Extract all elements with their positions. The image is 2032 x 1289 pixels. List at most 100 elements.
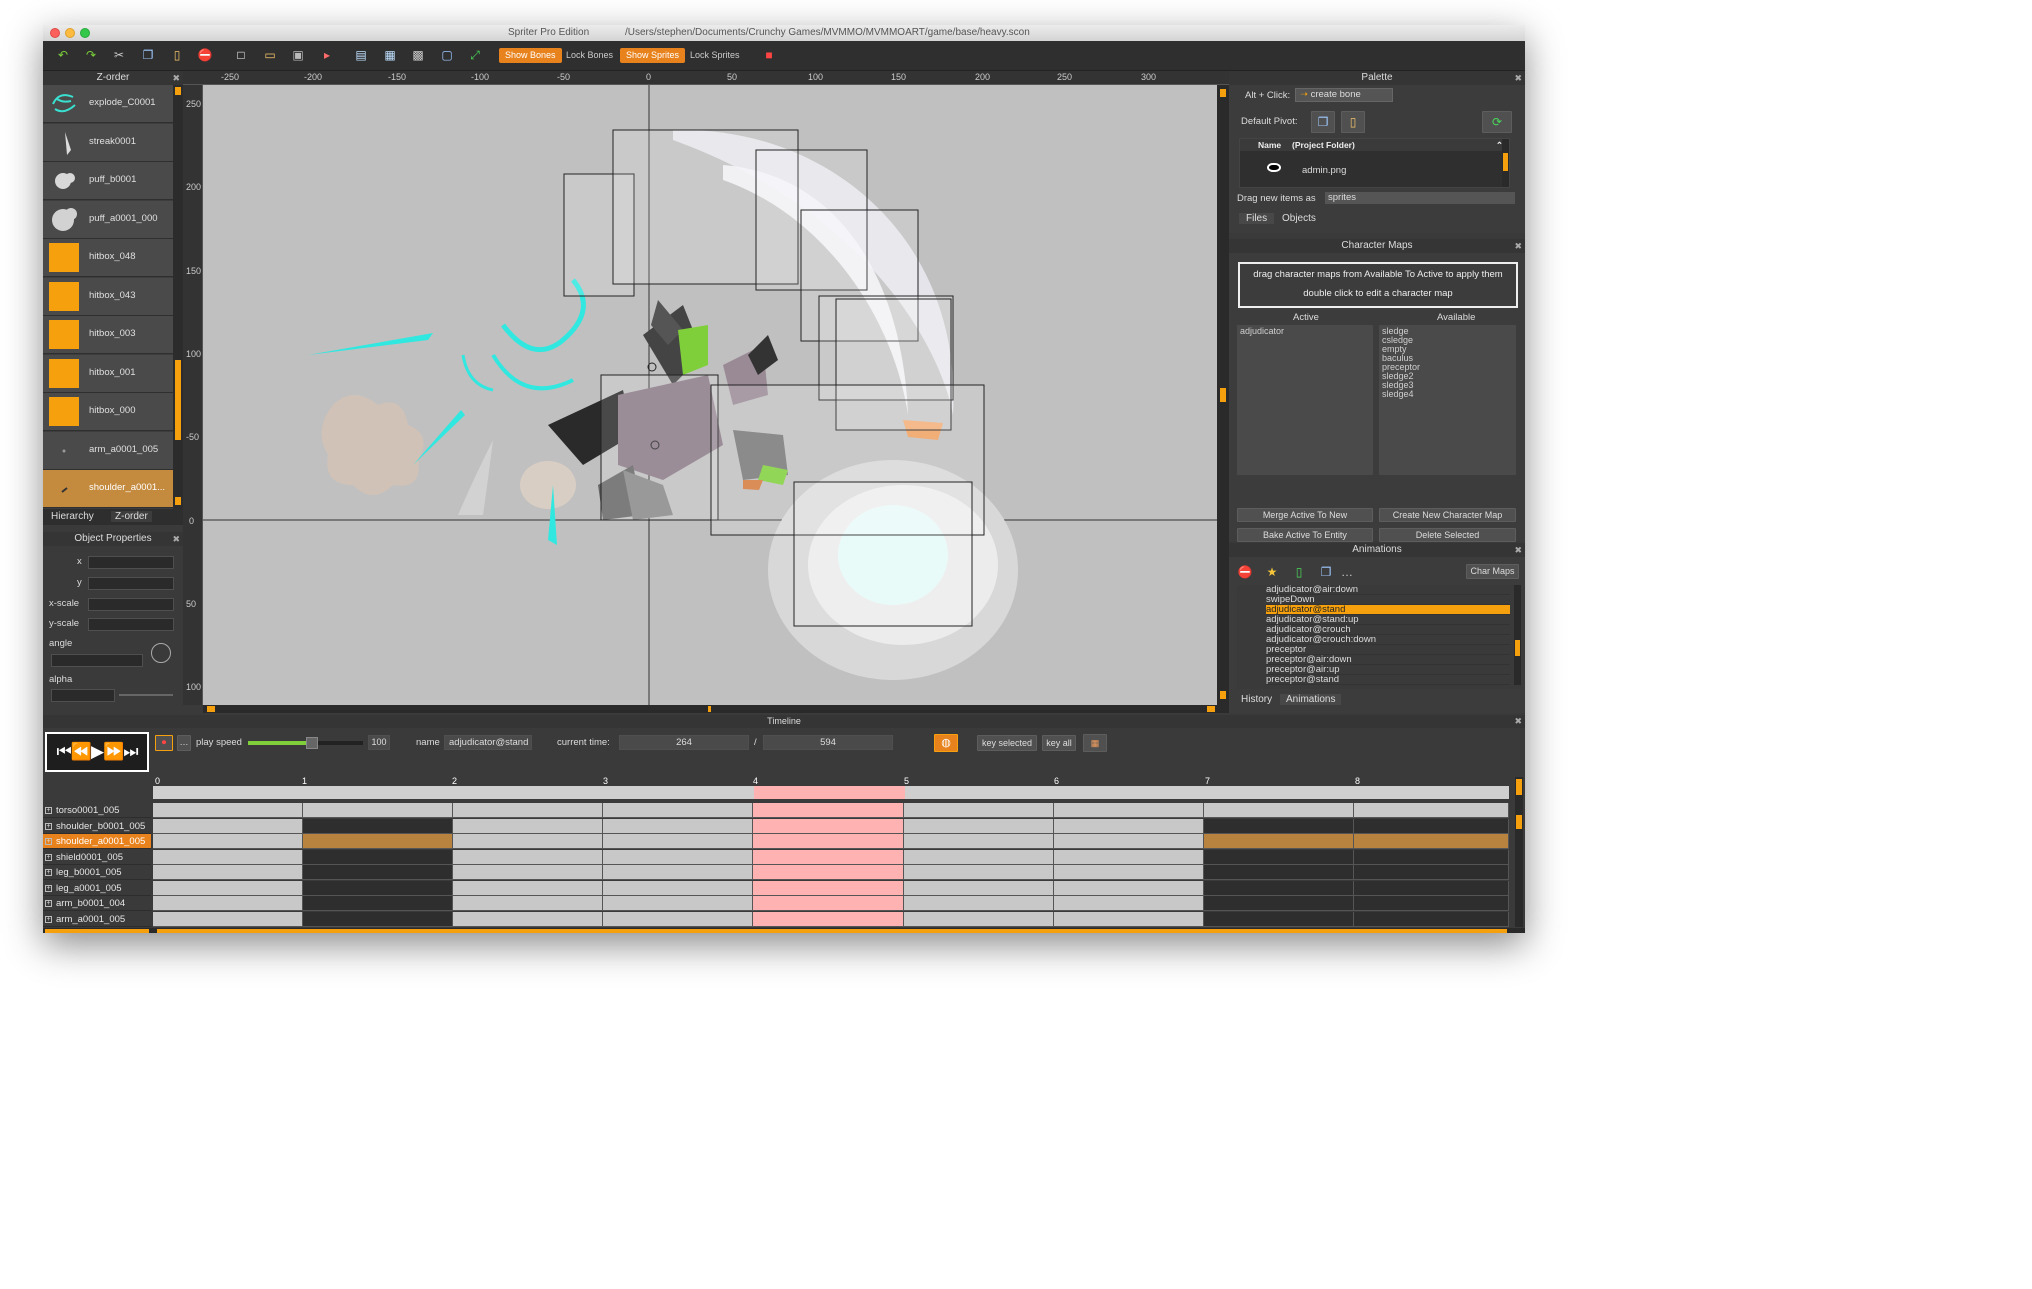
table-row[interactable]: + arm_a0001_005 [43, 911, 1525, 928]
track-name[interactable]: + shoulder_a0001_005 [43, 834, 151, 849]
track-name[interactable]: + arm_a0001_005 [43, 912, 151, 927]
table-row[interactable]: + shoulder_b0001_005 [43, 818, 1525, 835]
x-field[interactable] [88, 556, 174, 569]
x-scale-field[interactable] [88, 598, 174, 611]
new-animation-icon[interactable]: ★ [1264, 564, 1280, 580]
scroll-thumb[interactable] [1516, 779, 1522, 795]
scrollbar-down-arrow[interactable] [175, 497, 181, 505]
canvas-vscroll[interactable] [1217, 85, 1229, 705]
expand-icon[interactable]: + [45, 853, 52, 861]
open-folder-icon[interactable]: ▭ [262, 47, 278, 63]
scrollbar-up-arrow[interactable] [175, 87, 181, 95]
new-file-icon[interactable]: □ [233, 47, 249, 63]
list-item[interactable]: hitbox_001 [43, 354, 173, 393]
fit-view-icon[interactable]: ⤢ [467, 47, 483, 63]
track-name[interactable]: + arm_b0001_004 [43, 896, 151, 911]
scroll-right-arrow[interactable] [1207, 706, 1215, 712]
record-icon[interactable]: ■ [761, 47, 777, 63]
undo-icon[interactable]: ↶ [55, 47, 71, 63]
animation-item[interactable]: preceptor@stand [1266, 675, 1510, 685]
current-time-field[interactable]: 264 [619, 735, 749, 750]
delete-animation-icon[interactable]: ⛔ [1237, 564, 1253, 580]
refresh-button[interactable]: ⟳ [1482, 111, 1512, 133]
merge-active-to-new-button[interactable]: Merge Active To New [1237, 508, 1373, 522]
available-map-item[interactable]: sledge4 [1382, 389, 1414, 399]
y-scale-field[interactable] [88, 618, 174, 631]
close-panel-icon[interactable]: ✖ [172, 71, 180, 85]
table-row-selected[interactable]: + shoulder_a0001_005 [43, 834, 1525, 850]
prev-frame-icon[interactable]: ⏪ [71, 742, 92, 761]
show-sprites-button[interactable]: Show Sprites [620, 48, 686, 63]
table-row[interactable]: + leg_b0001_005 [43, 865, 1525, 881]
track-name[interactable]: + shoulder_b0001_005 [43, 819, 151, 834]
timeline-vscroll[interactable] [1515, 777, 1523, 927]
window-icon[interactable]: ▤ [353, 47, 369, 63]
scroll-thumb[interactable] [1516, 815, 1522, 829]
animations-scrollbar[interactable] [1514, 585, 1521, 685]
bake-active-to-entity-button[interactable]: Bake Active To Entity [1237, 528, 1373, 542]
lock-sprites-button[interactable]: Lock Sprites [684, 48, 746, 63]
list-item[interactable]: puff_b0001 [43, 162, 173, 200]
active-list[interactable]: adjudicator [1237, 325, 1373, 475]
save-as-icon[interactable]: ▸ [319, 47, 335, 63]
close-panel-icon[interactable]: ✖ [172, 532, 180, 546]
track-name[interactable]: + shield0001_005 [43, 850, 151, 865]
expand-icon[interactable]: + [45, 884, 52, 892]
track-name[interactable]: + leg_a0001_005 [43, 881, 151, 896]
window-icon-2[interactable]: ▦ [382, 47, 398, 63]
column-name[interactable]: Name [1258, 139, 1281, 151]
list-item-selected[interactable]: shoulder_a0001... [43, 470, 173, 508]
table-row[interactable]: + torso0001_005 [43, 803, 1525, 819]
scroll-thumb[interactable] [1220, 388, 1226, 402]
zorder-scrollbar[interactable] [173, 85, 183, 510]
save-icon[interactable]: ▣ [290, 47, 306, 63]
more-icon[interactable]: … [1339, 564, 1355, 580]
palette-tab-files[interactable]: Files [1239, 213, 1275, 224]
play-speed-slider[interactable] [248, 737, 363, 749]
list-item[interactable]: puff_a0001_000 [43, 200, 173, 239]
animation-name-field[interactable]: adjudicator@stand [444, 735, 532, 750]
last-frame-icon[interactable]: ⏭ [123, 742, 138, 761]
y-field[interactable] [88, 577, 174, 590]
create-bone-dropdown[interactable]: ➝ create bone [1295, 88, 1393, 102]
list-item[interactable]: hitbox_000 [43, 393, 173, 431]
close-panel-icon[interactable]: ✖ [1514, 543, 1522, 557]
scroll-thumb[interactable] [1515, 640, 1520, 656]
scroll-down-arrow[interactable] [1220, 691, 1226, 699]
delete-icon[interactable]: ⛔ [197, 47, 213, 63]
animations-tab-history[interactable]: History [1239, 694, 1274, 705]
loop-toggle-button[interactable]: ⏺ [155, 735, 173, 751]
copy-pivot-button[interactable]: ❐ [1311, 111, 1335, 133]
length-field[interactable]: 594 [763, 735, 893, 750]
first-frame-icon[interactable]: ⏮ [56, 742, 71, 761]
close-window-button[interactable] [50, 28, 60, 38]
expand-icon[interactable]: + [45, 822, 52, 830]
list-item[interactable]: hitbox_043 [43, 277, 173, 316]
file-list-scrollbar[interactable] [1502, 139, 1509, 187]
track-name[interactable]: + torso0001_005 [43, 803, 151, 818]
alpha-slider[interactable] [119, 694, 173, 696]
zoom-window-button[interactable] [80, 28, 90, 38]
canvas-hscroll[interactable] [203, 705, 1229, 713]
expand-icon[interactable]: + [45, 900, 52, 907]
scroll-left-arrow[interactable] [207, 706, 215, 712]
autokey-button[interactable]: ◍ [934, 734, 958, 752]
monitor-icon[interactable]: ▢ [439, 47, 455, 63]
table-row[interactable]: + leg_a0001_005 [43, 880, 1525, 897]
table-row[interactable]: + shield0001_005 [43, 849, 1525, 866]
expand-icon[interactable]: + [45, 807, 52, 814]
eye-icon[interactable] [1267, 163, 1281, 172]
image-icon[interactable]: ▩ [410, 47, 426, 63]
play-speed-field[interactable]: 100 [368, 735, 390, 750]
table-row[interactable]: + arm_b0001_004 [43, 896, 1525, 912]
animations-tab-animations[interactable]: Animations [1280, 694, 1342, 705]
scroll-up-arrow[interactable] [1220, 89, 1226, 97]
expand-icon[interactable]: + [45, 915, 52, 923]
drag-mode-field[interactable]: sprites [1325, 192, 1515, 204]
angle-dial-icon[interactable] [151, 643, 171, 663]
play-speed-thumb[interactable] [306, 737, 318, 749]
names-scroll-thumb[interactable] [45, 929, 149, 933]
expand-icon[interactable]: + [45, 869, 52, 876]
list-item[interactable]: streak0001 [43, 123, 173, 162]
paste-icon[interactable]: ▯ [169, 47, 185, 63]
